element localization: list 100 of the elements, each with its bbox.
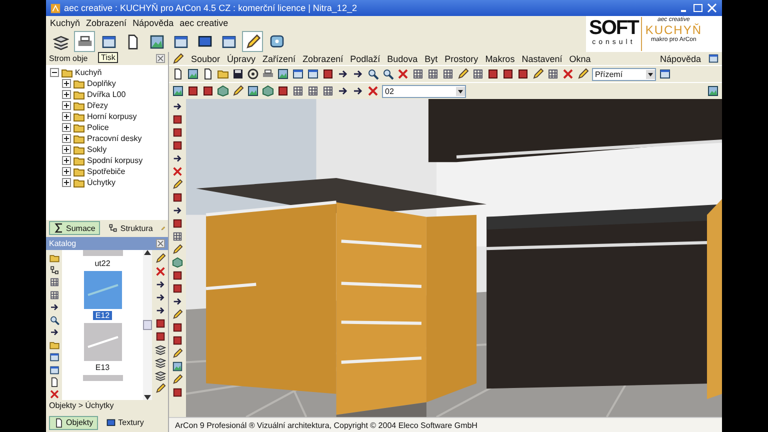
menu-item[interactable]: Nápověda <box>132 18 174 28</box>
expand-icon[interactable] <box>62 156 71 165</box>
box-icon[interactable] <box>172 283 183 294</box>
thumbnail-placeholder[interactable] <box>84 322 122 360</box>
arrow-icon[interactable] <box>352 68 364 80</box>
folder-icon[interactable] <box>73 122 85 134</box>
magnifier-icon[interactable] <box>382 68 394 80</box>
panel-tab[interactable]: Sumace <box>49 221 100 235</box>
menu-item[interactable]: Okna <box>569 54 591 64</box>
collapse-icon[interactable] <box>50 68 59 77</box>
scrollbar[interactable] <box>143 250 152 400</box>
panel-tab[interactable]: Struktura <box>103 221 158 235</box>
floor-dropdown[interactable]: Přízemí <box>592 68 656 80</box>
grid-icon[interactable] <box>48 277 60 288</box>
menu-item[interactable]: Úpravy <box>227 54 256 64</box>
pencil-icon[interactable] <box>532 68 544 80</box>
panel-tab[interactable]: Textury <box>101 416 149 430</box>
grid-icon[interactable] <box>442 68 454 80</box>
picture-icon[interactable] <box>277 68 289 80</box>
pencil-icon[interactable] <box>457 68 469 80</box>
page-icon[interactable] <box>202 68 214 80</box>
folder-icon[interactable] <box>48 252 60 263</box>
thumbnail-placeholder[interactable] <box>84 270 122 308</box>
box-icon[interactable] <box>502 68 514 80</box>
layers-icon[interactable] <box>154 370 166 380</box>
tree-item[interactable]: Spodní korpusy <box>87 156 143 165</box>
arrow-icon[interactable] <box>154 278 166 290</box>
grid-icon[interactable] <box>547 68 559 80</box>
box-icon[interactable] <box>172 218 183 229</box>
pencil-icon[interactable] <box>172 179 183 190</box>
box-icon[interactable] <box>154 318 166 328</box>
picture-icon[interactable] <box>247 85 259 97</box>
arrow-icon[interactable] <box>48 327 60 338</box>
box-icon[interactable] <box>172 270 183 281</box>
expand-icon[interactable] <box>62 134 71 143</box>
pencil-icon[interactable] <box>172 374 183 385</box>
tree-icon[interactable] <box>108 223 118 233</box>
box-icon[interactable] <box>172 140 183 151</box>
menu-item[interactable]: Zobrazení <box>86 18 127 28</box>
arrow-icon[interactable] <box>172 296 183 307</box>
printer-icon[interactable] <box>262 68 274 80</box>
caret-icon[interactable] <box>456 86 465 96</box>
menu-item[interactable]: Soubor <box>191 54 220 64</box>
box-icon[interactable] <box>172 387 183 398</box>
grid-icon[interactable] <box>427 68 439 80</box>
tree-item[interactable]: Spotřebiče <box>87 167 126 176</box>
tree-icon[interactable] <box>48 264 60 276</box>
pencil-icon[interactable] <box>577 68 589 80</box>
menu-item[interactable]: Kuchyň <box>50 18 80 28</box>
arrow-icon[interactable] <box>337 68 349 80</box>
expand-icon[interactable] <box>62 112 71 121</box>
expand-icon[interactable] <box>62 167 71 176</box>
window-icon[interactable] <box>659 68 671 80</box>
box-icon[interactable] <box>202 85 214 97</box>
menu-item[interactable]: Nastavení <box>522 54 562 64</box>
tree-item[interactable]: Police <box>87 123 109 132</box>
cross-icon[interactable] <box>172 166 183 177</box>
arrow-icon[interactable] <box>352 85 364 97</box>
scroll-down-icon[interactable] <box>144 395 151 400</box>
scroll-thumb[interactable] <box>143 320 152 330</box>
arrow-icon[interactable] <box>172 101 183 112</box>
arrow-icon[interactable] <box>337 85 349 97</box>
close-icon[interactable] <box>156 54 165 63</box>
folder-icon[interactable] <box>48 340 60 350</box>
cross-icon[interactable] <box>48 389 60 400</box>
page-icon[interactable] <box>172 68 184 80</box>
folder-icon[interactable] <box>73 166 85 178</box>
folder-icon[interactable] <box>217 68 229 80</box>
page-icon[interactable] <box>48 377 60 388</box>
level-dropdown[interactable]: 02 <box>382 84 466 98</box>
pencil-icon[interactable] <box>172 348 183 359</box>
tree-item[interactable]: Kuchyň <box>75 68 102 77</box>
folder-icon[interactable] <box>73 100 85 112</box>
menu-item[interactable]: Byt <box>424 54 438 64</box>
expand-icon[interactable] <box>62 79 71 88</box>
picture-icon[interactable] <box>187 68 199 80</box>
picture-icon[interactable] <box>172 361 183 372</box>
box-icon[interactable] <box>172 127 183 138</box>
folder-icon[interactable] <box>73 144 85 156</box>
tree-item[interactable]: Sokly <box>87 145 107 154</box>
cross-icon[interactable] <box>154 266 166 276</box>
menu-item[interactable]: Budova <box>387 54 418 64</box>
arrow-icon[interactable] <box>172 153 183 164</box>
layers-icon[interactable] <box>154 356 166 368</box>
folder-icon[interactable] <box>73 78 85 90</box>
grid-icon[interactable] <box>292 85 304 97</box>
arrow-icon[interactable] <box>48 302 60 313</box>
box-icon[interactable] <box>487 68 499 80</box>
tree-item[interactable]: Úchytky <box>87 178 116 187</box>
window-icon[interactable] <box>48 352 60 363</box>
menu-item[interactable]: Nápověda <box>660 54 701 64</box>
catalog-item-label[interactable]: E12 <box>93 310 112 320</box>
grid-icon[interactable] <box>322 85 334 97</box>
maximize-icon[interactable] <box>692 3 704 13</box>
arrow-icon[interactable] <box>172 205 183 216</box>
box-icon[interactable] <box>154 330 166 342</box>
window-icon[interactable] <box>292 68 304 80</box>
window-icon[interactable] <box>307 68 319 80</box>
box-icon[interactable] <box>172 114 183 125</box>
window-icon[interactable] <box>48 364 60 376</box>
